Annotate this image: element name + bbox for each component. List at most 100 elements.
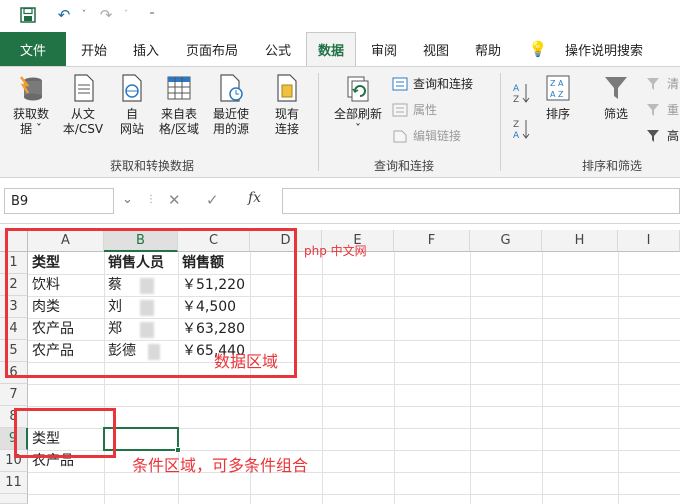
database-icon <box>17 73 45 103</box>
web-page-icon <box>118 73 146 103</box>
existing-connections-label-2: 连接 <box>274 122 299 136</box>
recent-sources-icon <box>217 73 245 103</box>
tab-page-layout[interactable]: 页面布局 <box>178 32 246 66</box>
advanced-filter-label: 高 <box>667 129 680 143</box>
group-label-get-transform: 获取和转换数据 <box>110 159 195 173</box>
clear-filter-label: 清 <box>667 77 680 91</box>
save-icon[interactable] <box>18 5 38 25</box>
gridline <box>28 384 680 385</box>
tell-me-search[interactable]: 操作说明搜索 <box>554 32 654 66</box>
enter-icon[interactable]: ✓ <box>206 191 219 209</box>
criteria-region-outline <box>14 408 116 458</box>
cancel-icon[interactable]: ✕ <box>168 191 181 209</box>
group-label-queries: 查询和连接 <box>374 159 435 173</box>
from-text-label-2: 本/CSV <box>62 122 104 136</box>
svg-text:A: A <box>513 84 520 94</box>
sort-za-icon: ZA <box>512 117 530 144</box>
column-header-f[interactable]: F <box>394 230 470 252</box>
filter-button[interactable]: 筛选 <box>596 73 636 122</box>
gridline <box>28 494 680 495</box>
filter-label: 筛选 <box>603 107 628 121</box>
from-table-label-1: 来自表 <box>160 107 197 121</box>
formula-bar-grip-icon: ⋮ <box>146 194 156 205</box>
recent-sources-label-1: 最近使 <box>212 107 249 121</box>
reapply-button[interactable]: 重 <box>646 101 679 118</box>
name-box-dropdown-icon[interactable]: ⌄ <box>122 192 133 207</box>
from-web-label-2: 网站 <box>119 122 144 136</box>
edit-links-button[interactable]: 编辑链接 <box>392 127 461 144</box>
queries-connections-label: 查询和连接 <box>413 77 474 91</box>
gridline <box>542 252 543 504</box>
sort-za-button[interactable]: ZA <box>512 117 530 144</box>
refresh-all-label-2: ˇ <box>355 122 361 136</box>
tab-file[interactable]: 文件 <box>0 32 66 66</box>
recent-sources-button[interactable]: 最近使 用的源 <box>206 73 256 137</box>
group-label-sort-filter: 排序和筛选 <box>582 159 643 173</box>
ribbon-tab-bar: 文件 开始 插入 页面布局 公式 数据 审阅 视图 帮助 💡 操作说明搜索 <box>0 30 680 66</box>
existing-connections-label-1: 现有 <box>274 107 299 121</box>
tab-help[interactable]: 帮助 <box>466 32 510 66</box>
table-icon <box>165 73 193 103</box>
edit-links-label: 编辑链接 <box>413 129 462 143</box>
tab-insert[interactable]: 插入 <box>124 32 168 66</box>
get-data-button[interactable]: 获取数 据 ˇ <box>6 73 56 137</box>
queries-connections-button[interactable]: 查询和连接 <box>392 75 473 92</box>
sort-dialog-icon: Z A A Z <box>544 73 572 103</box>
reapply-label: 重 <box>667 103 680 117</box>
customize-qat-icon[interactable]: ⁼ <box>142 5 162 25</box>
filter-funnel-icon <box>602 73 630 103</box>
worksheet-grid: A B C D E F G H I 1 2 3 4 5 6 7 8 9 10 1… <box>0 224 680 504</box>
tab-formulas[interactable]: 公式 <box>256 32 300 66</box>
get-data-label-1: 获取数 <box>12 107 49 121</box>
column-header-i[interactable]: I <box>618 230 680 252</box>
svg-text:Z: Z <box>513 95 519 105</box>
refresh-icon <box>344 73 372 103</box>
sort-az-button[interactable]: AZ <box>512 81 530 108</box>
properties-button[interactable]: 属性 <box>392 101 437 118</box>
tab-review[interactable]: 审阅 <box>362 32 406 66</box>
gridline <box>470 252 471 504</box>
refresh-all-button[interactable]: 全部刷新 ˇ <box>330 73 386 137</box>
connections-icon <box>273 73 301 103</box>
column-header-h[interactable]: H <box>542 230 618 252</box>
redo-dropdown-icon[interactable]: ˇ <box>116 5 136 25</box>
existing-connections-button[interactable]: 现有 连接 <box>264 73 310 137</box>
column-header-g[interactable]: G <box>470 230 542 252</box>
reapply-icon <box>646 103 662 117</box>
text-file-icon <box>69 73 97 103</box>
row-header-12[interactable] <box>0 494 28 504</box>
svg-text:A: A <box>513 131 520 141</box>
from-text-label-1: 从文 <box>70 107 95 121</box>
svg-text:A Z: A Z <box>550 90 564 99</box>
ribbon-separator <box>318 73 319 171</box>
tab-view[interactable]: 视图 <box>414 32 458 66</box>
insert-function-icon[interactable]: fx <box>248 190 261 206</box>
data-region-note: 数据区域 <box>214 352 279 371</box>
ribbon: 获取数 据 ˇ 从文 本/CSV 自 网站 来自表 格/区域 最近使 用的源 现… <box>0 66 680 178</box>
name-box[interactable]: B9 <box>4 188 114 214</box>
svg-text:Z: Z <box>513 120 519 130</box>
undo-dropdown-icon[interactable]: ˇ <box>74 5 94 25</box>
lightbulb-icon: 💡 <box>528 40 548 58</box>
gridline <box>618 252 619 504</box>
tab-data[interactable]: 数据 <box>306 32 356 66</box>
advanced-filter-icon <box>646 129 662 143</box>
edit-links-icon <box>392 129 408 143</box>
sort-button[interactable]: Z A A Z 排序 <box>538 73 578 122</box>
from-web-label-1: 自 <box>125 107 138 121</box>
tab-home[interactable]: 开始 <box>72 32 116 66</box>
clear-filter-button[interactable]: 清 <box>646 75 679 92</box>
from-web-button[interactable]: 自 网站 <box>112 73 152 137</box>
recent-sources-label-2: 用的源 <box>212 122 249 136</box>
from-table-range-button[interactable]: 来自表 格/区域 <box>154 73 204 137</box>
advanced-filter-button[interactable]: 高 <box>646 127 679 144</box>
row-header-7[interactable]: 7 <box>0 384 28 406</box>
undo-icon[interactable]: ↶ <box>54 5 74 25</box>
sort-az-icon: AZ <box>512 81 530 108</box>
row-header-11[interactable]: 11 <box>0 472 28 494</box>
formula-input[interactable] <box>282 188 680 214</box>
redo-icon[interactable]: ↷ <box>96 5 116 25</box>
sort-label: 排序 <box>545 107 570 121</box>
svg-text:Z A: Z A <box>550 79 564 88</box>
from-text-csv-button[interactable]: 从文 本/CSV <box>58 73 108 137</box>
